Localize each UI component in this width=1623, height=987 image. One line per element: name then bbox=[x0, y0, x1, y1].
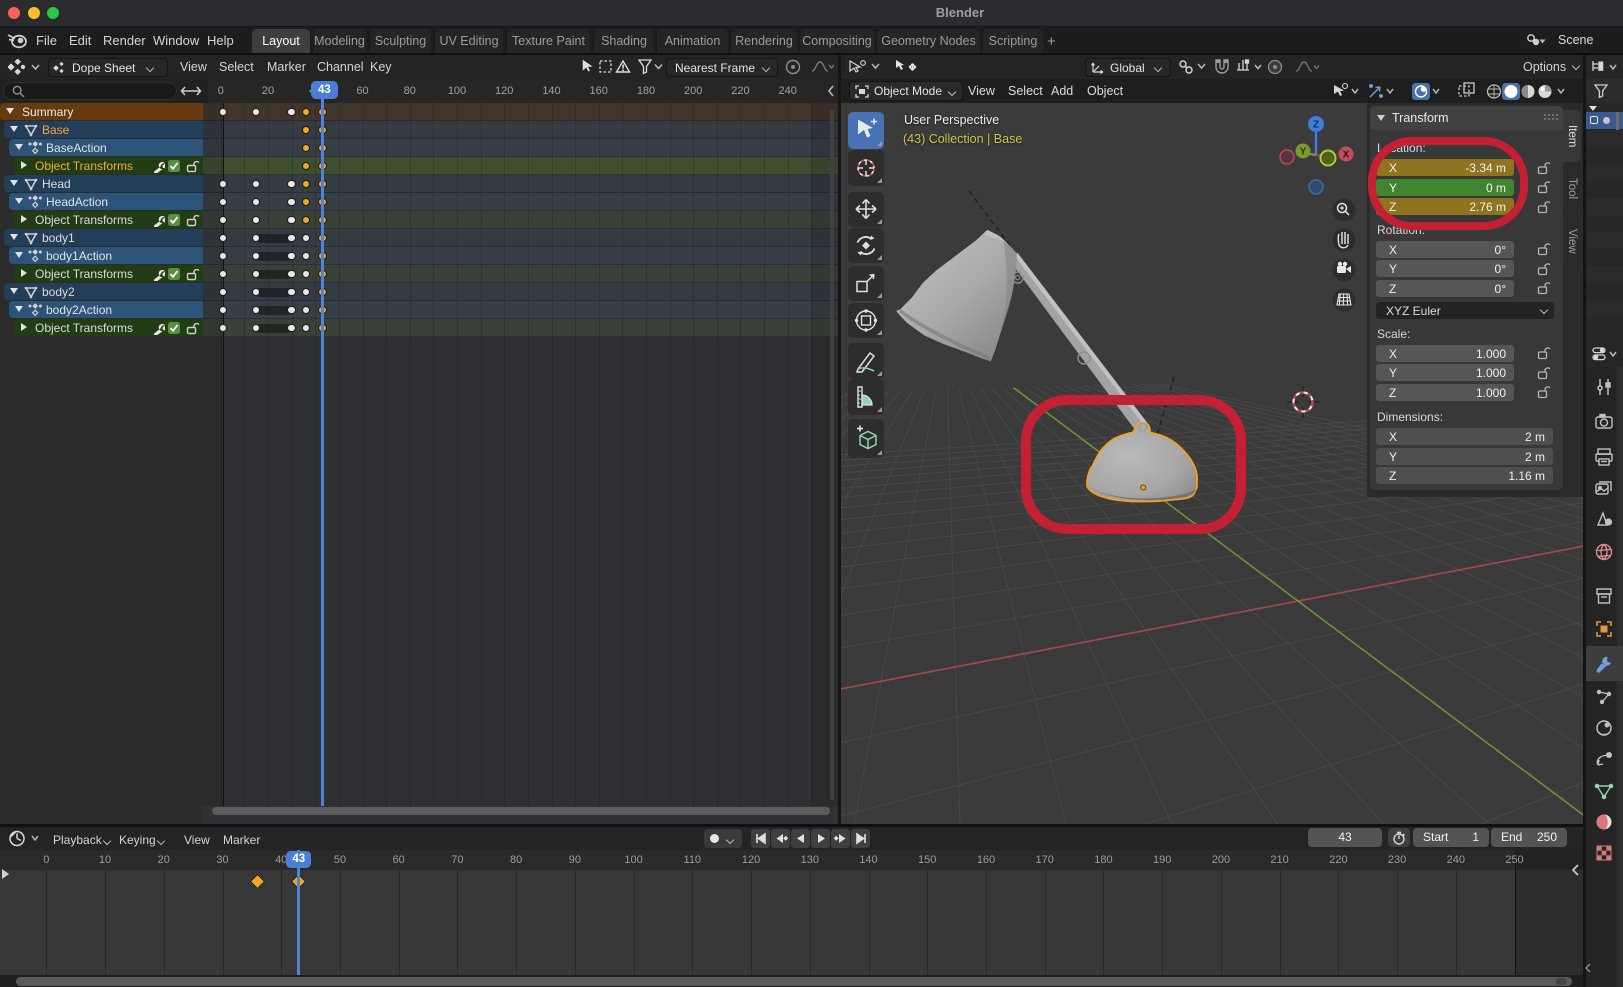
svg-text:Z: Z bbox=[1313, 120, 1319, 131]
svg-text:X: X bbox=[1343, 150, 1350, 161]
svg-text:Y: Y bbox=[1300, 147, 1307, 158]
